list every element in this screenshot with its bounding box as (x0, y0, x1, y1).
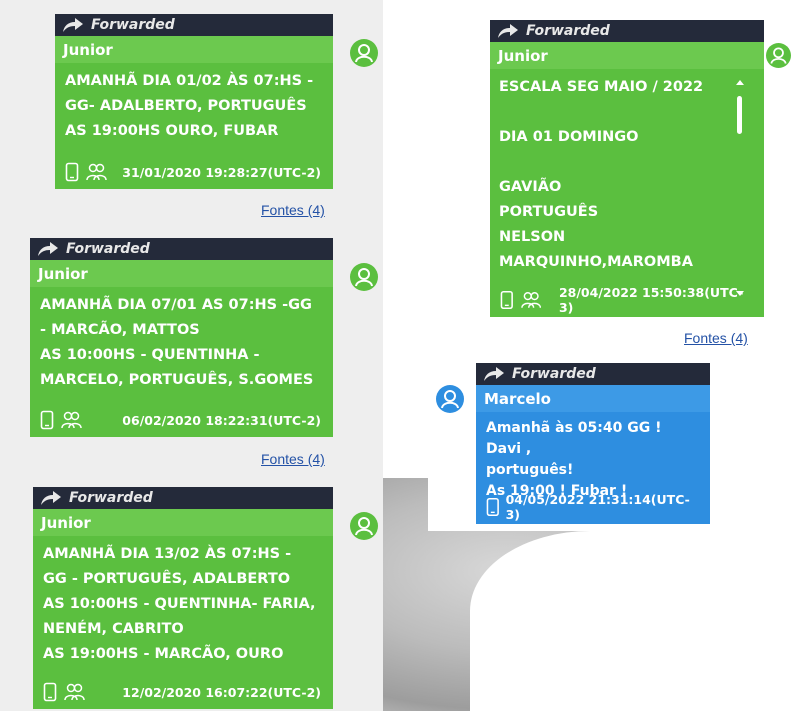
sender-name: Junior (55, 36, 333, 63)
phone-icon (65, 162, 79, 182)
background-photo-edge (470, 531, 793, 711)
message-meta: 06/02/2020 18:22:31(UTC-2) (40, 410, 321, 430)
scroll-up-arrow[interactable] (736, 80, 744, 85)
scroll-thumb[interactable] (737, 96, 742, 134)
forwarded-bar: Forwarded (55, 14, 333, 36)
forwarded-label: Forwarded (91, 17, 175, 33)
message-scrollbar[interactable] (734, 80, 744, 296)
user-avatar-icon[interactable] (350, 512, 378, 540)
forwarded-bar: Forwarded (490, 20, 764, 42)
message-meta: 04/05/2022 21:31:14(UTC-3) (486, 492, 698, 522)
message-text: Amanhã às 05:40 GG ! Davi , português! A… (486, 420, 662, 499)
message-timestamp: 31/01/2020 19:28:27(UTC-2) (122, 164, 321, 180)
forward-arrow-icon (63, 18, 83, 32)
message-5[interactable]: Forwarded Marcelo Amanhã às 05:40 GG ! D… (476, 363, 710, 524)
message-meta: 28/04/2022 15:50:38(UTC-3) (500, 285, 752, 315)
user-avatar-icon[interactable] (436, 385, 464, 413)
message-text: AMANHÃ DIA 07/01 AS 07:HS -GG - MARCÃO, … (40, 297, 314, 388)
group-icon (61, 411, 82, 429)
message-timestamp: 04/05/2022 21:31:14(UTC-3) (505, 492, 690, 522)
sender-name: Junior (33, 509, 333, 536)
message-text: AMANHÃ DIA 13/02 ÀS 07:HS - GG - PORTUGU… (43, 546, 316, 662)
forwarded-bar: Forwarded (476, 363, 710, 385)
message-3[interactable]: Forwarded Junior AMANHÃ DIA 13/02 ÀS 07:… (33, 487, 333, 709)
group-icon (86, 163, 107, 181)
phone-icon (486, 497, 499, 517)
fontes-link[interactable]: Fontes (4) (261, 202, 325, 218)
phone-icon (500, 290, 513, 310)
forwarded-bar: Forwarded (30, 238, 333, 260)
message-text: ESCALA SEG MAIO / 2022 DIA 01 DOMINGO GA… (499, 79, 704, 270)
group-icon (64, 683, 85, 701)
message-4[interactable]: Forwarded Junior ESCALA SEG MAIO / 2022 … (490, 20, 764, 317)
message-timestamp: 28/04/2022 15:50:38(UTC-3) (558, 285, 744, 315)
message-text: AMANHÃ DIA 01/02 ÀS 07:HS - GG- ADALBERT… (65, 73, 314, 139)
user-avatar-icon[interactable] (766, 43, 791, 68)
forwarded-bar: Forwarded (33, 487, 333, 509)
message-bubble: Marcelo Amanhã às 05:40 GG ! Davi , port… (476, 385, 710, 524)
message-bubble: Junior AMANHÃ DIA 13/02 ÀS 07:HS - GG - … (33, 509, 333, 709)
forward-arrow-icon (484, 367, 504, 381)
group-icon (520, 291, 541, 308)
user-avatar-icon[interactable] (350, 39, 378, 67)
message-meta: 12/02/2020 16:07:22(UTC-2) (43, 682, 321, 702)
phone-icon (40, 410, 54, 430)
message-timestamp: 12/02/2020 16:07:22(UTC-2) (122, 684, 321, 700)
phone-icon (43, 682, 57, 702)
forward-arrow-icon (498, 24, 518, 38)
fontes-link[interactable]: Fontes (4) (261, 451, 325, 467)
user-avatar-icon[interactable] (350, 263, 378, 291)
forward-arrow-icon (41, 491, 61, 505)
forward-arrow-icon (38, 242, 58, 256)
message-1[interactable]: Forwarded Junior AMANHÃ DIA 01/02 ÀS 07:… (55, 14, 333, 189)
sender-name: Marcelo (476, 385, 710, 412)
message-bubble: Junior AMANHÃ DIA 07/01 AS 07:HS -GG - M… (30, 260, 333, 437)
sender-name: Junior (30, 260, 333, 287)
fontes-link[interactable]: Fontes (4) (684, 330, 748, 346)
message-bubble: Junior ESCALA SEG MAIO / 2022 DIA 01 DOM… (490, 42, 764, 317)
forwarded-label: Forwarded (66, 241, 150, 257)
sender-name: Junior (490, 42, 764, 69)
message-bubble: Junior AMANHÃ DIA 01/02 ÀS 07:HS - GG- A… (55, 36, 333, 189)
forwarded-label: Forwarded (69, 490, 153, 506)
forwarded-label: Forwarded (512, 366, 596, 382)
forwarded-label: Forwarded (526, 23, 610, 39)
message-meta: 31/01/2020 19:28:27(UTC-2) (65, 162, 321, 182)
message-2[interactable]: Forwarded Junior AMANHÃ DIA 07/01 AS 07:… (30, 238, 333, 437)
message-timestamp: 06/02/2020 18:22:31(UTC-2) (122, 412, 321, 428)
